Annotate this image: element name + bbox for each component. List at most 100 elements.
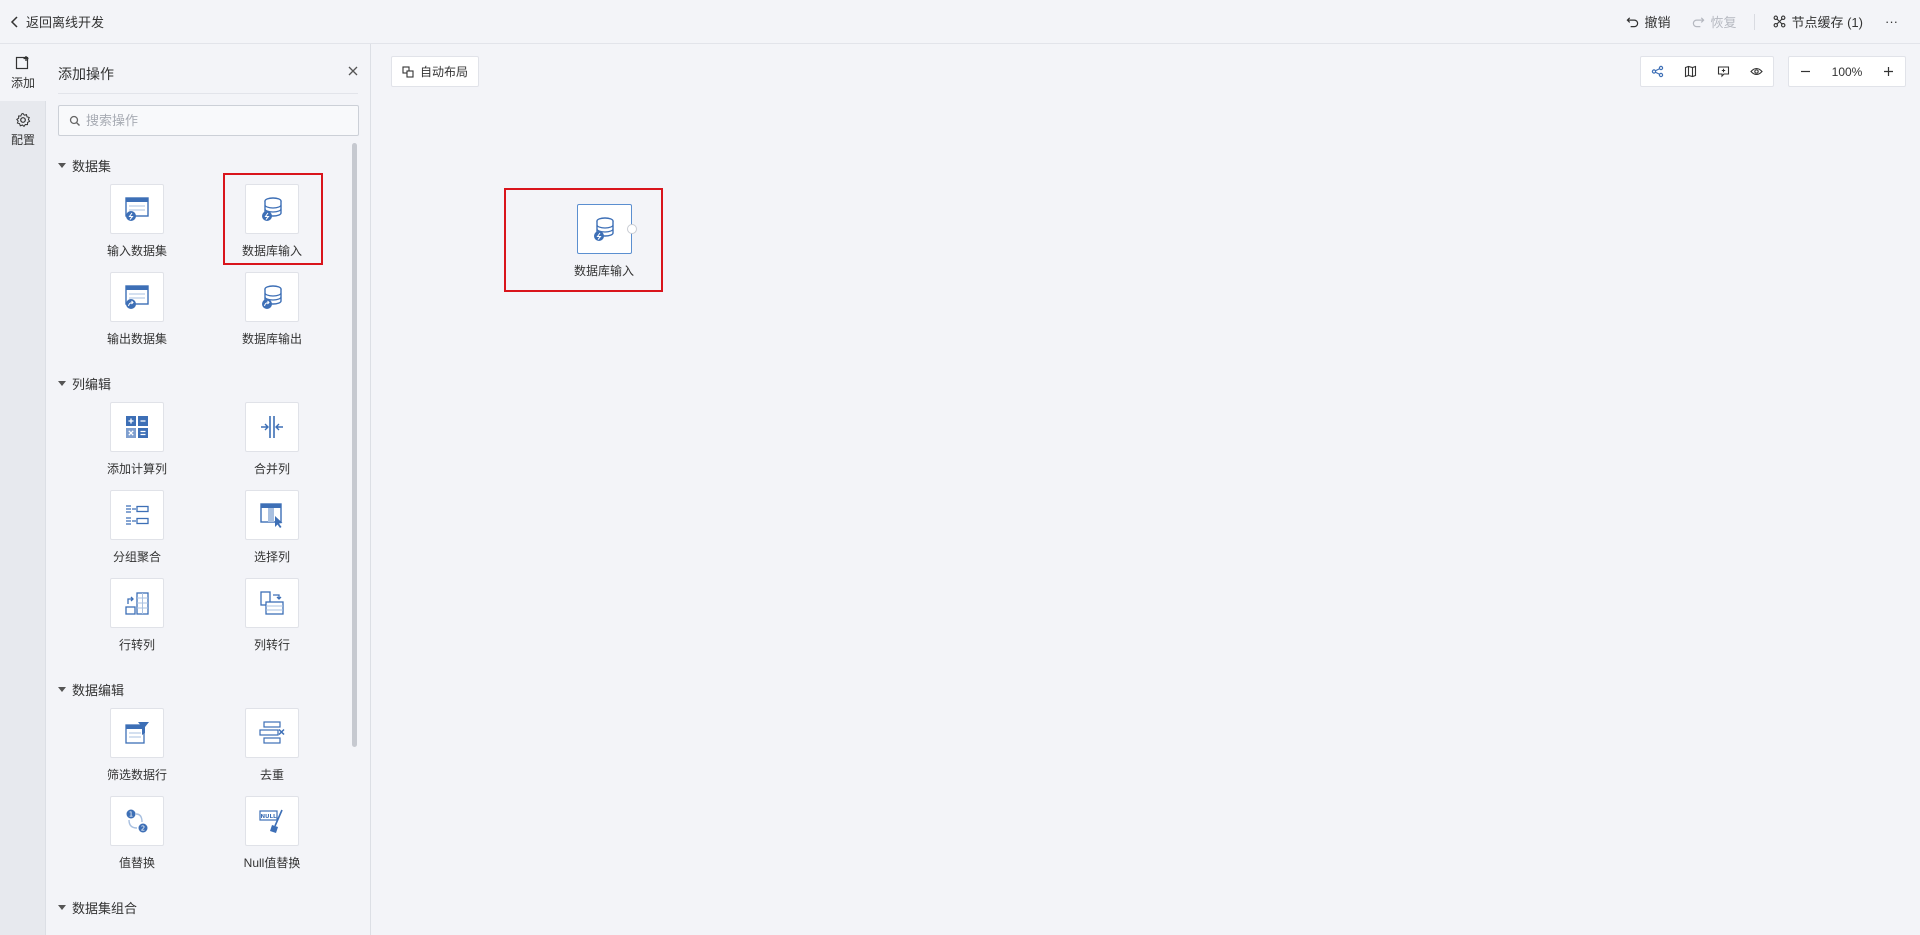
node-cache-icon <box>1774 15 1786 28</box>
minimap-button[interactable] <box>1674 57 1707 86</box>
op-row-to-column[interactable]: 行转列 <box>87 578 187 653</box>
dedupe-icon <box>259 721 285 744</box>
op-column-to-row[interactable]: 列转行 <box>222 578 322 653</box>
rail-add-label: 添加 <box>10 75 35 90</box>
op-replace-value[interactable]: 12 值替换 <box>87 796 187 871</box>
op-label: 列转行 <box>253 638 290 652</box>
select-column-icon <box>260 503 283 528</box>
caret-down-icon <box>58 381 66 386</box>
more-icon: ··· <box>1885 14 1898 29</box>
op-label: 输出数据集 <box>106 332 167 346</box>
section-dataset[interactable]: 数据集 <box>58 156 111 175</box>
zoom-out-button[interactable] <box>1789 57 1822 86</box>
caret-down-icon <box>58 905 66 910</box>
more-button[interactable]: ··· <box>1881 12 1902 31</box>
caret-down-icon <box>58 163 66 168</box>
op-label: 去重 <box>259 768 284 782</box>
group-aggregate-icon <box>126 505 149 525</box>
output-dataset-icon <box>125 285 149 309</box>
search-input[interactable] <box>86 113 336 128</box>
gear-icon <box>16 112 31 127</box>
search-box <box>58 105 359 136</box>
auto-layout-label: 自动布局 <box>420 65 469 79</box>
caret-down-icon <box>58 687 66 692</box>
column-to-row-icon <box>260 591 284 615</box>
panel-title: 添加操作 <box>58 66 114 82</box>
op-label: Null值替换 <box>243 856 301 870</box>
op-select-column[interactable]: 选择列 <box>222 490 322 565</box>
back-label: 返回离线开发 <box>26 15 105 30</box>
flow-view-button[interactable] <box>1641 57 1674 86</box>
op-label: 数据库输出 <box>241 332 302 346</box>
op-database-output[interactable]: 数据库输出 <box>222 272 322 347</box>
op-input-dataset[interactable]: 输入数据集 <box>87 184 187 259</box>
op-add-calc-column[interactable]: 添加计算列 <box>87 402 187 477</box>
filter-rows-icon <box>125 722 149 744</box>
section-dataset-combine[interactable]: 数据集组合 <box>58 898 137 917</box>
add-operation-panel: 添加操作 数据集 输入数据集 数据库输入 输出数据集 数据库输出 <box>46 44 371 935</box>
op-output-dataset[interactable]: 输出数据集 <box>87 272 187 347</box>
undo-icon <box>1626 17 1639 28</box>
row-to-column-icon <box>125 592 149 615</box>
share-nodes-icon <box>1651 65 1664 78</box>
rail-item-config[interactable]: 配置 <box>0 101 46 158</box>
op-group-aggregate[interactable]: 分组聚合 <box>87 490 187 565</box>
op-dedupe[interactable]: 去重 <box>222 708 322 783</box>
top-bar: 返回离线开发 撤销 恢复 节点缓存 (1) ··· <box>0 0 1920 44</box>
input-dataset-icon <box>125 197 149 221</box>
section-title: 数据编辑 <box>72 683 125 698</box>
preview-button[interactable] <box>1740 57 1773 86</box>
auto-layout-button[interactable]: 自动布局 <box>391 56 480 87</box>
plus-icon <box>1884 67 1893 76</box>
calculator-icon <box>126 416 148 438</box>
op-label: 添加计算列 <box>106 462 167 476</box>
chevron-left-icon <box>10 15 18 28</box>
section-column-edit[interactable]: 列编辑 <box>58 374 111 393</box>
back-button[interactable]: 返回离线开发 <box>10 12 104 31</box>
op-label: 合并列 <box>253 462 290 476</box>
search-icon <box>69 115 80 126</box>
map-icon <box>1684 65 1697 78</box>
redo-icon <box>1693 17 1705 28</box>
op-label: 分组聚合 <box>112 550 161 564</box>
auto-layout-icon <box>402 65 414 78</box>
node-cache-button[interactable]: 节点缓存 (1) <box>1769 10 1867 33</box>
add-node-icon <box>15 55 29 69</box>
panel-divider <box>58 93 358 94</box>
section-data-edit[interactable]: 数据编辑 <box>58 680 124 699</box>
node-cache-label: 节点缓存 (1) <box>1791 15 1863 30</box>
undo-label: 撤销 <box>1644 15 1671 30</box>
replace-value-icon: 12 <box>126 809 148 833</box>
panel-scrollbar[interactable] <box>352 143 357 747</box>
redo-label: 恢复 <box>1710 15 1737 30</box>
view-toolbar <box>1640 56 1774 87</box>
svg-text:NULL: NULL <box>260 814 277 820</box>
eye-icon <box>1750 67 1763 76</box>
redo-button[interactable]: 恢复 <box>1688 10 1740 33</box>
op-label: 选择列 <box>253 550 290 564</box>
op-merge-column[interactable]: 合并列 <box>222 402 322 477</box>
section-title: 列编辑 <box>72 377 112 392</box>
flow-canvas[interactable]: 自动布局 100% 数据库输入 <box>371 44 1920 935</box>
merge-column-icon <box>261 416 283 438</box>
op-label: 输入数据集 <box>106 244 167 258</box>
rail-item-add[interactable]: 添加 <box>0 44 46 101</box>
svg-text:1: 1 <box>129 811 133 819</box>
section-title: 数据集 <box>72 159 112 174</box>
zoom-level: 100% <box>1831 64 1863 79</box>
rail-config-label: 配置 <box>10 132 35 147</box>
op-filter-rows[interactable]: 筛选数据行 <box>87 708 187 783</box>
comment-button[interactable] <box>1707 57 1740 86</box>
undo-button[interactable]: 撤销 <box>1622 10 1674 33</box>
op-label: 筛选数据行 <box>106 768 167 782</box>
section-title: 数据集组合 <box>72 901 138 916</box>
op-replace-null[interactable]: NULL Null值替换 <box>222 796 322 871</box>
comment-icon <box>1717 66 1730 78</box>
divider <box>1754 13 1756 30</box>
left-rail: 添加 配置 <box>0 44 46 935</box>
op-label: 行转列 <box>118 638 155 652</box>
close-icon[interactable] <box>346 64 360 78</box>
zoom-in-button[interactable] <box>1872 57 1905 86</box>
highlight-database-input <box>223 173 323 265</box>
op-label: 值替换 <box>118 856 155 870</box>
